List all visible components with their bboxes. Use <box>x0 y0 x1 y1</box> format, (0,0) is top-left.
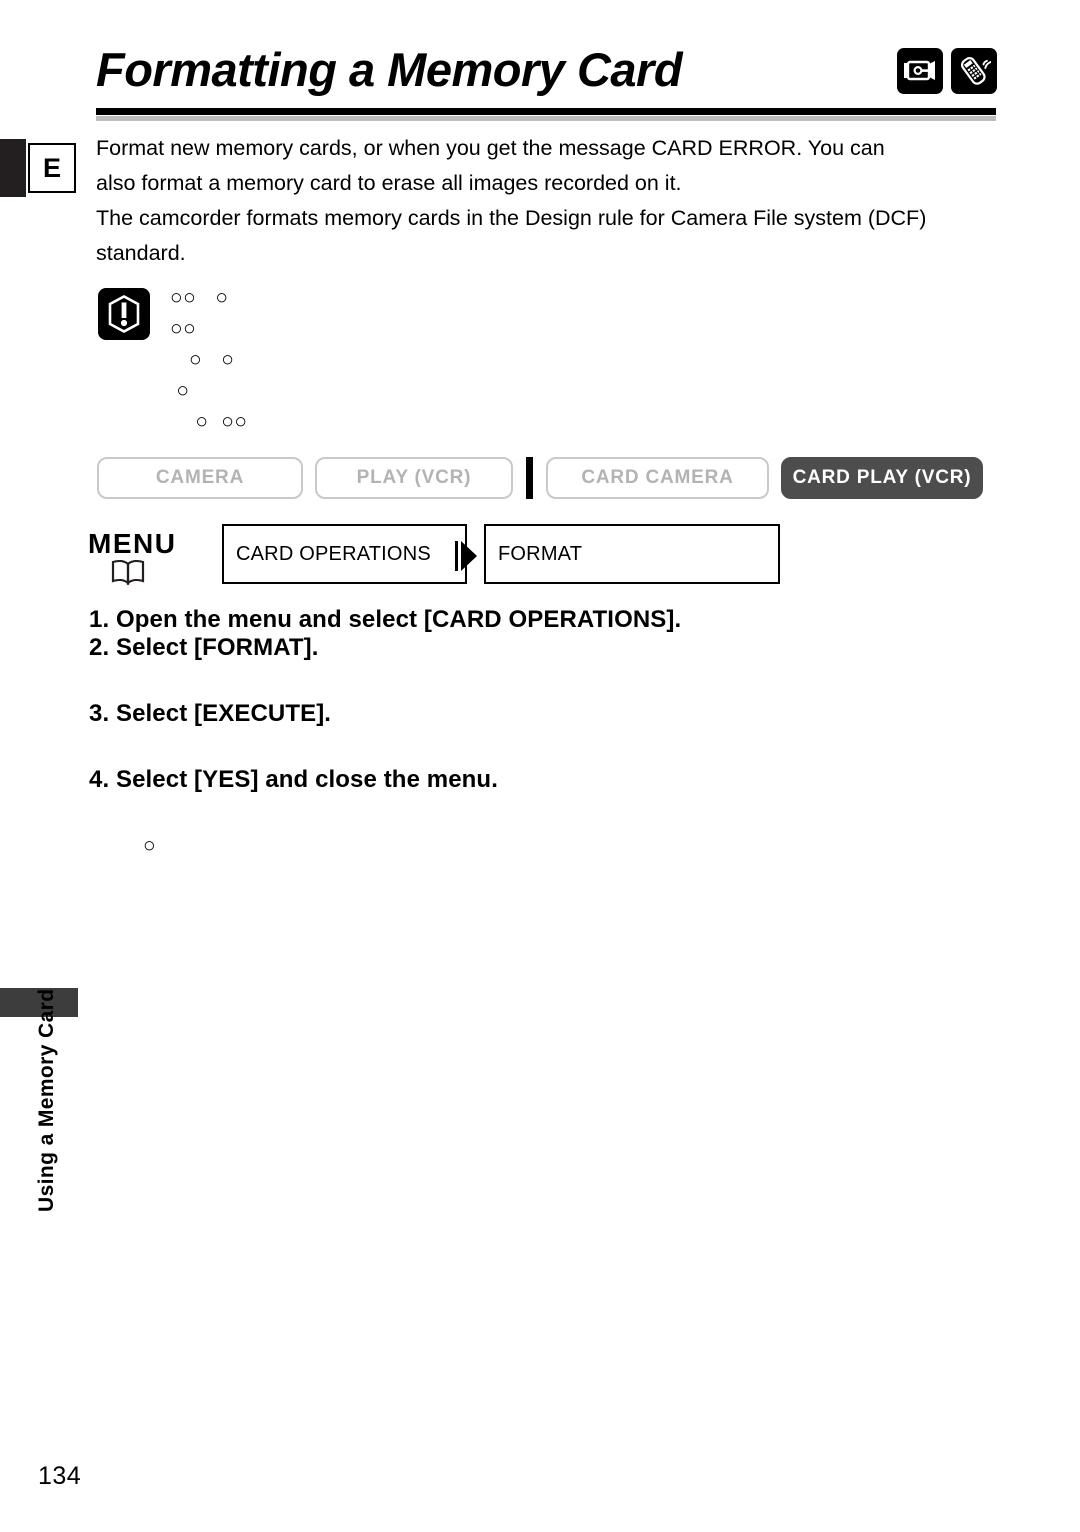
menu-item-format[interactable]: FORMAT <box>484 524 780 584</box>
mode-button-row: CAMERA PLAY (VCR) CARD CAMERA CARD PLAY … <box>97 456 983 500</box>
caution-line-2: ○○ <box>170 317 197 340</box>
intro-text: Format new memory cards, or when you get… <box>96 131 996 271</box>
caution-line-1: ○○ ○ <box>170 286 229 309</box>
step-item-4: 4. Select [YES] and close the menu. <box>89 766 498 793</box>
post-step-note: ○ <box>143 834 156 857</box>
mode-button-play-vcr[interactable]: PLAY (VCR) <box>315 457 513 499</box>
camcorder-icon <box>897 48 943 94</box>
mode-button-card-play-vcr[interactable]: CARD PLAY (VCR) <box>781 457 983 499</box>
mode-button-camera[interactable]: CAMERA <box>97 457 303 499</box>
page-edge-tab-top <box>0 139 26 197</box>
language-marker-label: E <box>42 152 61 183</box>
step-item-3: 3. Select [EXECUTE]. <box>89 700 332 727</box>
step-item-1: 1. Open the menu and select [CARD OPERAT… <box>89 606 682 633</box>
intro-line-3: The camcorder formats memory cards in th… <box>96 206 927 230</box>
section-side-title: Using a Memory Card <box>35 988 58 1213</box>
menu-item-card-operations[interactable]: CARD OPERATIONS <box>222 524 467 584</box>
right-arrow-icon <box>455 539 485 578</box>
intro-line-2: also format a memory card to erase all i… <box>96 171 682 195</box>
step-list: 1. Open the menu and select [CARD OPERAT… <box>89 606 949 794</box>
remote-control-icon <box>951 48 997 94</box>
page-number: 134 <box>38 1462 82 1490</box>
menu-label: MENU <box>88 528 177 559</box>
caution-line-5: ○ ○○ <box>170 410 248 433</box>
warning-exclamation-icon <box>98 288 150 340</box>
caution-text: ○○ ○ ○○ ○ ○ ○ ○ ○○ <box>170 282 930 437</box>
caution-line-4: ○ <box>170 379 190 402</box>
intro-line-1: Format new memory cards, or when you get… <box>96 136 885 160</box>
intro-line-4: standard. <box>96 241 186 265</box>
title-rule-thin <box>96 116 996 121</box>
open-book-icon <box>110 558 146 591</box>
header-icon-group <box>897 48 997 94</box>
mode-group-divider <box>526 457 533 499</box>
title-rule-thick <box>96 108 996 115</box>
caution-line-3: ○ ○ <box>170 348 235 371</box>
language-marker-box: E <box>28 143 76 193</box>
page-title: Formatting a Memory Card <box>96 43 683 96</box>
mode-button-card-camera[interactable]: CARD CAMERA <box>546 457 769 499</box>
step-item-2: 2. Select [FORMAT]. <box>89 634 319 661</box>
